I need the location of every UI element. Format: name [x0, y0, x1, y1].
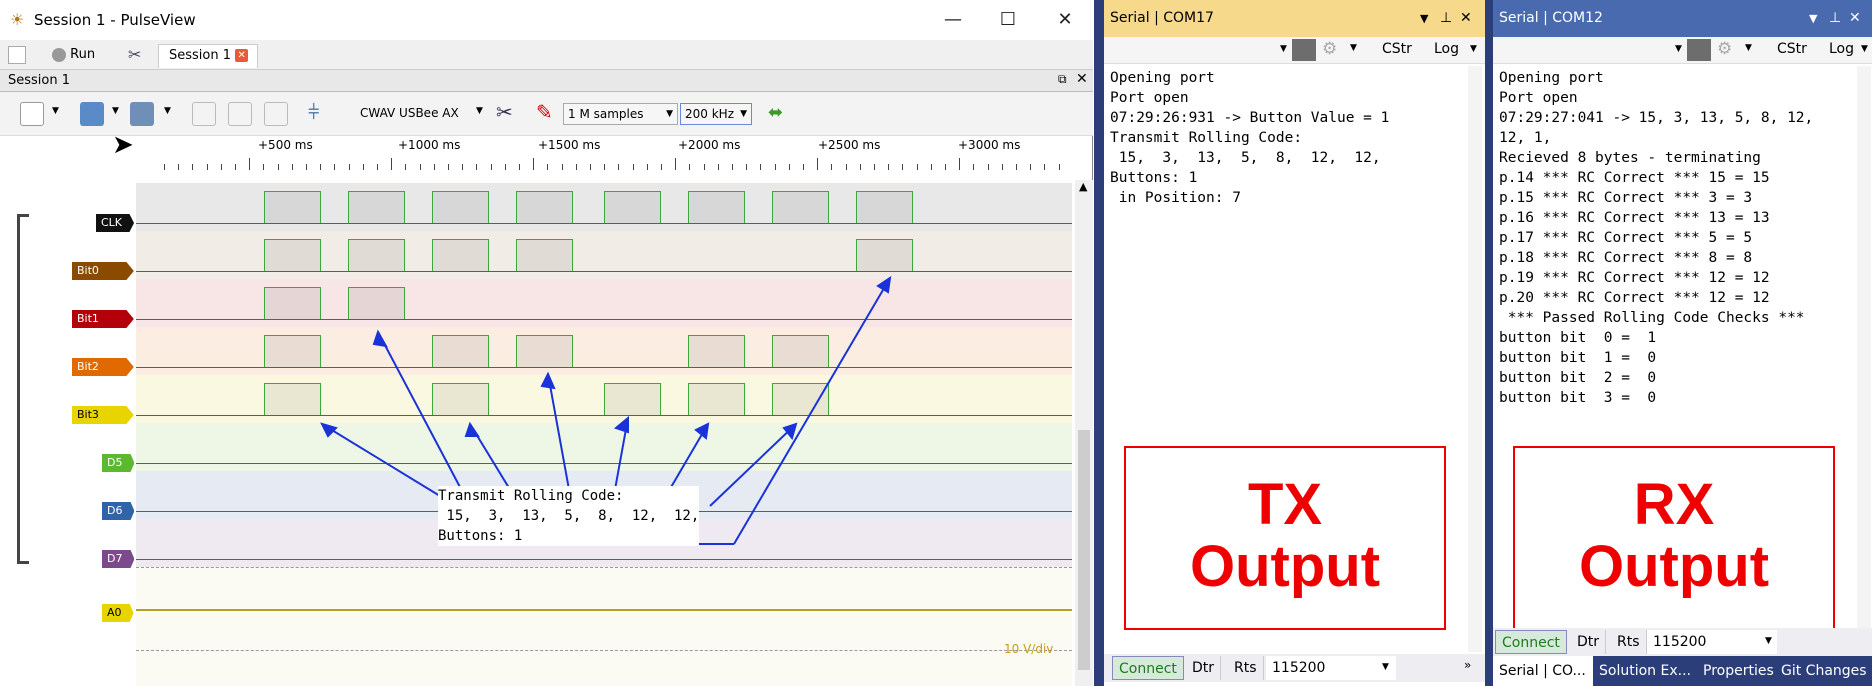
rx-baud-select[interactable]: 115200	[1647, 630, 1777, 654]
tx-console: Opening port Port open 07:29:26:931 -> B…	[1110, 70, 1390, 206]
annotation-text: Transmit Rolling Code: 15, 3, 13, 5, 8, …	[438, 486, 700, 546]
chevron-down-icon[interactable]: ▼	[1470, 44, 1477, 54]
tx-output-box: TX Output	[1124, 446, 1446, 630]
tx-pane-title: Serial | COM17	[1110, 10, 1214, 26]
rx-pane-toolbar: ▼ ⚙ ▼ CStr Log ▼	[1493, 37, 1872, 64]
mail-icon[interactable]	[1687, 39, 1711, 61]
log-button[interactable]: Log	[1829, 41, 1854, 57]
tab-solution-explorer[interactable]: Solution Ex...	[1599, 656, 1691, 686]
close-icon[interactable]: ✕	[1460, 0, 1472, 37]
chevron-down-icon[interactable]: ▼	[1420, 0, 1428, 37]
chevron-down-icon[interactable]: ▼	[1861, 44, 1868, 54]
chevron-down-icon[interactable]: ▼	[1765, 636, 1772, 646]
rx-scrollbar[interactable]	[1857, 66, 1871, 628]
close-icon[interactable]: ✕	[1849, 0, 1861, 37]
tx-connect-button[interactable]: Connect	[1112, 656, 1184, 680]
tx-baud-select[interactable]: 115200	[1266, 656, 1396, 680]
pin-icon[interactable]: ⊥	[1829, 0, 1841, 37]
pulseview-window: ☀ Session 1 - PulseView — ☐ ✕ Run ✂ Sess…	[0, 0, 1093, 686]
chevron-down-icon[interactable]: ▼	[1382, 662, 1389, 672]
rx-pane-title: Serial | COM12	[1499, 10, 1603, 26]
arrowhead	[876, 275, 892, 294]
arrow-line	[709, 423, 797, 507]
rx-bottom-bar: Connect Dtr Rts 115200 ▼	[1493, 628, 1872, 656]
arrowhead	[540, 371, 556, 390]
bottom-tab-strip: Serial | CO... Solution Ex... Properties…	[1493, 656, 1872, 686]
gear-icon[interactable]: ⚙	[1717, 39, 1732, 59]
overflow-icon[interactable]: »	[1464, 658, 1471, 672]
serial-tx-pane: Serial | COM17 ▼ ⊥ ✕ ▼ ⚙ ▼ CStr Log ▼ Op…	[1104, 0, 1485, 686]
log-button[interactable]: Log	[1434, 41, 1459, 57]
serial-rx-pane: Serial | COM12 ▼ ⊥ ✕ ▼ ⚙ ▼ CStr Log ▼ Op…	[1493, 0, 1872, 686]
tx-scrollbar[interactable]	[1468, 66, 1482, 652]
chevron-down-icon[interactable]: ▼	[1809, 0, 1817, 37]
arrowhead	[694, 422, 710, 440]
cstr-button[interactable]: CStr	[1382, 41, 1412, 57]
tab-git-changes[interactable]: Git Changes	[1781, 656, 1867, 686]
rx-output-box: RX Output	[1513, 446, 1835, 630]
arrowhead	[782, 422, 798, 441]
tx-rts-button[interactable]: Rts	[1228, 656, 1264, 680]
tab-serial[interactable]: Serial | CO...	[1493, 656, 1593, 686]
arrow-line	[377, 331, 471, 507]
chevron-down-icon[interactable]: ▼	[1675, 44, 1682, 54]
arrowhead	[372, 329, 388, 348]
tab-properties[interactable]: Properties	[1703, 656, 1774, 686]
tx-dtr-button[interactable]: Dtr	[1186, 656, 1222, 680]
pin-icon[interactable]: ⊥	[1440, 0, 1452, 37]
splitter[interactable]	[1094, 0, 1104, 686]
splitter[interactable]	[1485, 0, 1493, 686]
rx-pane-header: Serial | COM12 ▼ ⊥ ✕	[1493, 0, 1872, 37]
tx-pane-toolbar: ▼ ⚙ ▼ CStr Log ▼	[1104, 37, 1485, 64]
rx-connect-button[interactable]: Connect	[1495, 630, 1567, 654]
chevron-down-icon[interactable]: ▼	[1745, 43, 1752, 53]
cstr-button[interactable]: CStr	[1777, 41, 1807, 57]
chevron-down-icon[interactable]: ▼	[1350, 43, 1357, 53]
analog-scale-label: 10 V/div	[1004, 642, 1054, 656]
rx-rts-button[interactable]: Rts	[1611, 630, 1647, 654]
tx-bottom-bar: Connect Dtr Rts 115200 ▼ »	[1104, 654, 1485, 682]
annotation-arrows	[320, 275, 892, 545]
tx-pane-header: Serial | COM17 ▼ ⊥ ✕	[1104, 0, 1485, 37]
arrow-line	[733, 277, 891, 545]
arrowhead	[464, 421, 480, 437]
arrowhead	[613, 415, 629, 434]
rx-console: Opening port Port open 07:29:27:041 -> 1…	[1499, 70, 1814, 406]
arrowhead	[320, 422, 338, 438]
chevron-down-icon[interactable]: ▼	[1280, 44, 1287, 54]
arrow-line	[321, 423, 441, 497]
gear-icon[interactable]: ⚙	[1322, 39, 1337, 59]
rx-dtr-button[interactable]: Dtr	[1571, 630, 1607, 654]
mail-icon[interactable]	[1292, 39, 1316, 61]
